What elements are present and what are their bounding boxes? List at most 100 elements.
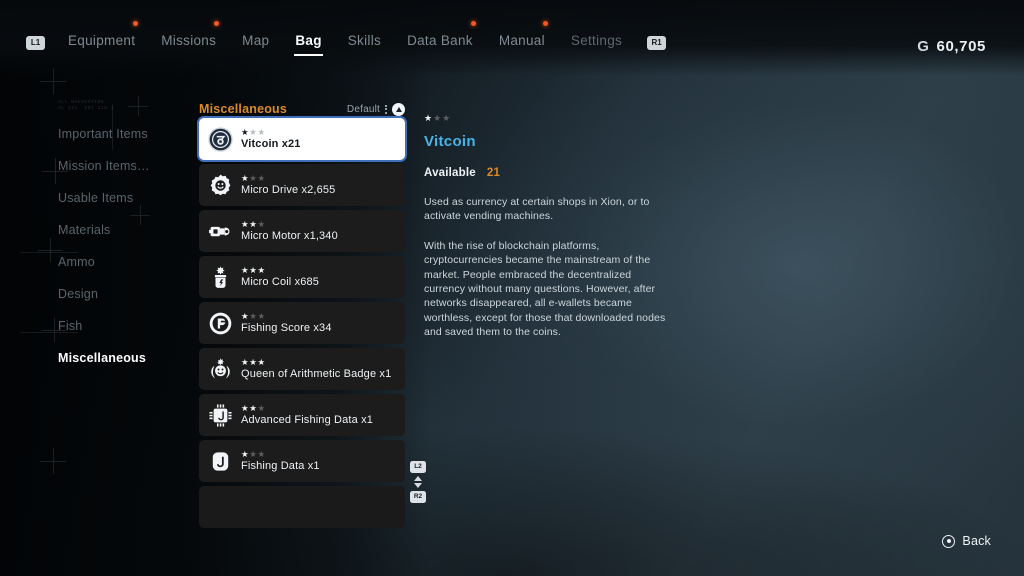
- tab-map[interactable]: Map: [229, 30, 282, 54]
- sort-mode-label: Default: [347, 104, 380, 115]
- fish-data-icon: [208, 449, 233, 474]
- item-star-rating: ★★★: [241, 357, 391, 367]
- sidebar-item-important-items[interactable]: Important Items: [58, 118, 198, 150]
- scroll-arrows-icon: [414, 476, 422, 488]
- sidebar-item-label: Mission Items…: [58, 159, 150, 173]
- tab-label: Bag: [295, 33, 321, 48]
- detail-description-primary: Used as currency at certain shops in Xio…: [424, 195, 674, 224]
- sidebar-item-mission-items[interactable]: Mission Items…: [58, 150, 198, 182]
- list-item-empty-slot[interactable]: [199, 486, 405, 528]
- currency-amount: 60,705: [937, 38, 986, 55]
- item-star-rating: ★★★: [241, 403, 373, 413]
- list-item[interactable]: ★★★Queen of Arithmetic Badge x1: [199, 348, 405, 390]
- detail-available-row: Available 21: [424, 167, 674, 179]
- tab-bag[interactable]: Bag: [282, 30, 334, 54]
- sidebar-item-miscellaneous[interactable]: Miscellaneous: [58, 342, 198, 374]
- item-star-rating: ★★★: [241, 449, 320, 459]
- sort-handle-icon[interactable]: [385, 105, 387, 114]
- tab-active-underline: [294, 54, 322, 56]
- list-scroll-hint: L2 R2: [410, 461, 426, 503]
- tab-manual[interactable]: Manual: [486, 30, 558, 54]
- list-item[interactable]: ★★★Fishing Data x1: [199, 440, 405, 482]
- tab-settings[interactable]: Settings: [558, 30, 635, 54]
- item-name: Fishing Data x1: [241, 459, 320, 473]
- vitcoin-icon: [208, 127, 233, 152]
- micro-coil-icon: [208, 265, 233, 290]
- item-list[interactable]: ★★★Vitcoin x21★★★Micro Drive x2,655★★★Mi…: [199, 118, 405, 532]
- item-name: Micro Motor x1,340: [241, 229, 338, 243]
- item-name: Queen of Arithmetic Badge x1: [241, 367, 391, 381]
- item-name: Advanced Fishing Data x1: [241, 413, 373, 427]
- tab-label: Map: [242, 33, 269, 48]
- back-button-label: Back: [962, 534, 991, 548]
- notification-dot-icon: [543, 21, 548, 26]
- sidebar-item-label: Materials: [58, 223, 111, 237]
- tab-label: Skills: [348, 33, 381, 48]
- tab-missions[interactable]: Missions: [148, 30, 229, 54]
- back-button[interactable]: Back: [942, 534, 991, 548]
- tab-label: Manual: [499, 33, 545, 48]
- tab-label: Settings: [571, 33, 622, 48]
- sidebar-item-design[interactable]: Design: [58, 278, 198, 310]
- r2-trigger-icon[interactable]: R2: [410, 491, 426, 503]
- list-item[interactable]: ★★★Micro Motor x1,340: [199, 210, 405, 252]
- queen-badge-icon: [208, 357, 233, 382]
- list-item[interactable]: ★★★Vitcoin x21: [199, 118, 405, 160]
- detail-item-name: Vitcoin: [424, 133, 674, 150]
- list-item[interactable]: ★★★Micro Drive x2,655: [199, 164, 405, 206]
- sidebar-item-label: Design: [58, 287, 98, 301]
- list-item[interactable]: ★★★Micro Coil x685: [199, 256, 405, 298]
- sidebar-item-ammo[interactable]: Ammo: [58, 246, 198, 278]
- circle-button-icon: [942, 535, 955, 548]
- sidebar-item-label: Miscellaneous: [58, 351, 146, 365]
- tab-strip: L1 Equipment Missions Map Bag Skills Dat…: [26, 30, 666, 54]
- detail-star-rating: ★★★: [424, 112, 674, 124]
- item-star-rating: ★★★: [241, 311, 332, 321]
- item-name: Fishing Score x34: [241, 321, 332, 335]
- sidebar-item-usable-items[interactable]: Usable Items: [58, 182, 198, 214]
- item-list-header: Miscellaneous Default: [199, 102, 405, 116]
- tab-label: Equipment: [68, 33, 135, 48]
- sidebar-item-label: Usable Items: [58, 191, 133, 205]
- item-list-title: Miscellaneous: [199, 102, 287, 116]
- l2-trigger-icon[interactable]: L2: [410, 461, 426, 473]
- adv-fish-data-icon: [208, 403, 233, 428]
- tab-label: Data Bank: [407, 33, 473, 48]
- sidebar-item-materials[interactable]: Materials: [58, 214, 198, 246]
- list-item[interactable]: ★★★Advanced Fishing Data x1: [199, 394, 405, 436]
- notification-dot-icon: [214, 21, 219, 26]
- item-detail-panel: ★★★ Vitcoin Available 21 Used as currenc…: [424, 112, 674, 340]
- item-star-rating: ★★★: [241, 173, 335, 183]
- item-name: Micro Coil x685: [241, 275, 319, 289]
- top-navigation-bar: L1 Equipment Missions Map Bag Skills Dat…: [0, 0, 1024, 76]
- item-star-rating: ★★★: [241, 127, 301, 137]
- fishing-score-icon: [208, 311, 233, 336]
- triangle-button-icon[interactable]: [392, 103, 405, 116]
- sidebar-item-label: Ammo: [58, 255, 95, 269]
- l1-bumper-icon[interactable]: L1: [26, 36, 45, 50]
- detail-available-value: 21: [487, 167, 500, 179]
- decor-code-text: ALL NAVIGATION AL 111 IOT 110 1: [58, 100, 114, 112]
- sidebar-item-fish[interactable]: Fish: [58, 310, 198, 342]
- sidebar-item-label: Important Items: [58, 127, 148, 141]
- currency-display: G 60,705: [917, 38, 986, 55]
- detail-description-lore: With the rise of blockchain platforms, c…: [424, 239, 674, 340]
- notification-dot-icon: [133, 21, 138, 26]
- r1-bumper-icon[interactable]: R1: [647, 36, 666, 50]
- tab-label: Missions: [161, 33, 216, 48]
- item-name: Micro Drive x2,655: [241, 183, 335, 197]
- item-star-rating: ★★★: [241, 219, 338, 229]
- notification-dot-icon: [471, 21, 476, 26]
- sort-control-group[interactable]: Default: [347, 103, 405, 116]
- item-name: Vitcoin x21: [241, 137, 301, 151]
- detail-available-label: Available: [424, 167, 476, 179]
- list-item[interactable]: ★★★Fishing Score x34: [199, 302, 405, 344]
- decor-crosshair: [128, 96, 148, 116]
- micro-drive-icon: [208, 173, 233, 198]
- currency-symbol: G: [917, 38, 929, 55]
- tab-skills[interactable]: Skills: [335, 30, 394, 54]
- sidebar-item-label: Fish: [58, 319, 82, 333]
- tab-equipment[interactable]: Equipment: [55, 30, 148, 54]
- decor-crosshair: [40, 448, 66, 474]
- tab-data-bank[interactable]: Data Bank: [394, 30, 486, 54]
